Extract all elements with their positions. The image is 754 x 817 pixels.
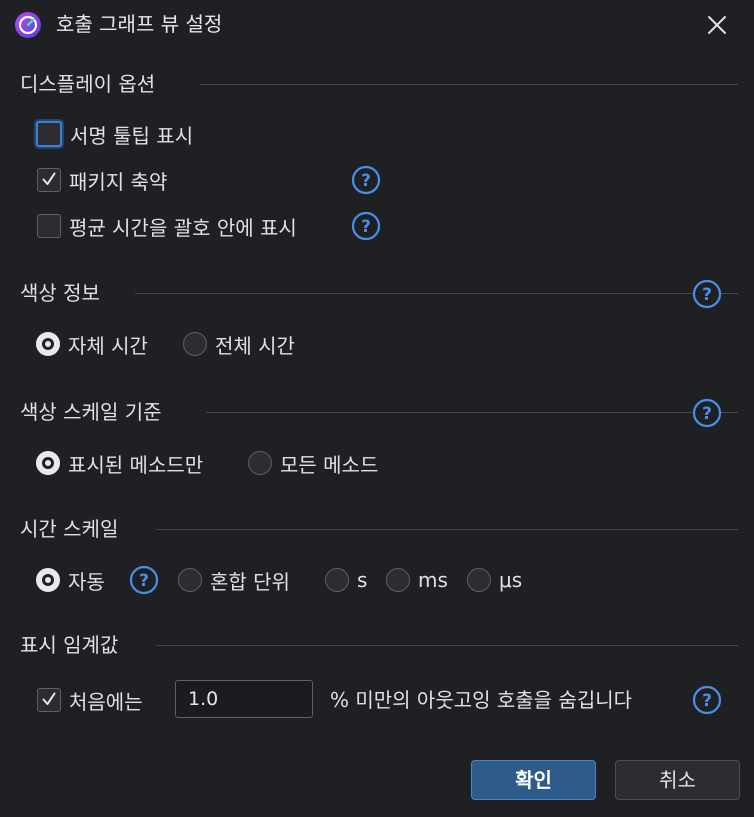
checkbox-label: 패키지 축약 bbox=[69, 169, 168, 194]
svg-text:?: ? bbox=[361, 171, 371, 191]
close-icon[interactable] bbox=[700, 8, 734, 42]
section-display-options: 디스플레이 옵션 bbox=[20, 69, 738, 99]
divider bbox=[156, 645, 738, 646]
radio-label: 모든 메소드 bbox=[280, 452, 379, 477]
help-icon[interactable]: ? bbox=[351, 211, 381, 241]
divider bbox=[206, 412, 738, 413]
help-icon[interactable]: ? bbox=[351, 165, 381, 195]
average-time-checkbox[interactable] bbox=[37, 214, 61, 238]
self-time-option[interactable]: 자체 시간 bbox=[36, 327, 148, 361]
radio-label: 자체 시간 bbox=[68, 333, 148, 358]
threshold-suffix-label: % 미만의 아웃고잉 호출을 숨깁니다 bbox=[330, 688, 633, 712]
divider bbox=[135, 293, 738, 294]
seconds-option[interactable]: s bbox=[325, 563, 367, 597]
svg-text:?: ? bbox=[702, 691, 712, 711]
abbreviate-packages-option[interactable]: 패키지 축약 bbox=[37, 163, 167, 197]
svg-text:?: ? bbox=[139, 571, 149, 591]
threshold-checkbox[interactable] bbox=[37, 688, 61, 712]
radio-label: 자동 bbox=[68, 569, 105, 594]
mixed-units-option[interactable]: 혼합 단위 bbox=[178, 563, 290, 597]
checkbox-label: 서명 툴팁 표시 bbox=[70, 123, 194, 148]
help-icon[interactable]: ? bbox=[692, 685, 722, 715]
all-methods-option[interactable]: 모든 메소드 bbox=[248, 446, 378, 480]
radio-label: 전체 시간 bbox=[215, 333, 295, 358]
microseconds-option[interactable]: μs bbox=[467, 563, 522, 597]
settings-dialog: 호출 그래프 뷰 설정 디스플레이 옵션 서명 툴팁 표시 패키지 축약 ? 평… bbox=[0, 0, 754, 817]
radio-label: 혼합 단위 bbox=[210, 569, 290, 594]
seconds-radio[interactable] bbox=[325, 568, 349, 592]
section-color-scale: 색상 스케일 기준 bbox=[20, 397, 738, 427]
svg-text:?: ? bbox=[361, 217, 371, 237]
clock-app-icon bbox=[14, 11, 42, 39]
radio-label: ms bbox=[418, 568, 448, 592]
total-time-option[interactable]: 전체 시간 bbox=[183, 327, 295, 361]
milliseconds-option[interactable]: ms bbox=[386, 563, 448, 597]
radio-label: μs bbox=[499, 568, 523, 592]
self-time-radio[interactable] bbox=[36, 332, 60, 356]
average-time-option[interactable]: 평균 시간을 괄호 안에 표시 bbox=[37, 209, 297, 243]
threshold-option[interactable]: 처음에는 bbox=[37, 683, 143, 717]
title-bar: 호출 그래프 뷰 설정 bbox=[0, 0, 754, 50]
checkbox-label: 평균 시간을 괄호 안에 표시 bbox=[69, 215, 297, 240]
section-color-info: 색상 정보 bbox=[20, 278, 738, 308]
mixed-units-radio[interactable] bbox=[178, 568, 202, 592]
divider bbox=[200, 84, 738, 85]
all-methods-radio[interactable] bbox=[248, 451, 272, 475]
checkbox-label: 처음에는 bbox=[69, 689, 143, 714]
section-title: 표시 임계값 bbox=[20, 633, 119, 657]
section-time-scale: 시간 스케일 bbox=[20, 514, 738, 544]
svg-text:?: ? bbox=[702, 404, 712, 424]
signature-tooltip-option[interactable]: 서명 툴팁 표시 bbox=[36, 117, 193, 151]
auto-option[interactable]: 자동 bbox=[36, 563, 105, 597]
help-icon[interactable]: ? bbox=[692, 398, 722, 428]
auto-radio[interactable] bbox=[36, 568, 60, 592]
section-title: 시간 스케일 bbox=[20, 517, 119, 541]
window-title: 호출 그래프 뷰 설정 bbox=[56, 12, 223, 36]
milliseconds-radio[interactable] bbox=[386, 568, 410, 592]
abbreviate-packages-checkbox[interactable] bbox=[37, 168, 61, 192]
section-title: 색상 스케일 기준 bbox=[20, 400, 162, 424]
displayed-methods-option[interactable]: 표시된 메소드만 bbox=[36, 446, 203, 480]
help-icon[interactable]: ? bbox=[692, 279, 722, 309]
svg-text:?: ? bbox=[702, 285, 712, 305]
threshold-input[interactable]: 1.0 bbox=[175, 680, 313, 718]
displayed-methods-radio[interactable] bbox=[36, 451, 60, 475]
checkmark-icon bbox=[42, 692, 56, 705]
section-title: 색상 정보 bbox=[20, 281, 100, 305]
radio-label: s bbox=[357, 568, 368, 592]
ok-button[interactable]: 확인 bbox=[471, 760, 596, 800]
checkmark-icon bbox=[42, 172, 56, 185]
divider bbox=[156, 529, 738, 530]
section-title: 디스플레이 옵션 bbox=[20, 72, 156, 96]
radio-label: 표시된 메소드만 bbox=[68, 452, 204, 477]
help-icon[interactable]: ? bbox=[129, 565, 159, 595]
section-display-threshold: 표시 임계값 bbox=[20, 630, 738, 660]
signature-tooltip-checkbox[interactable] bbox=[36, 121, 62, 147]
cancel-button[interactable]: 취소 bbox=[615, 760, 740, 800]
total-time-radio[interactable] bbox=[183, 332, 207, 356]
microseconds-radio[interactable] bbox=[467, 568, 491, 592]
